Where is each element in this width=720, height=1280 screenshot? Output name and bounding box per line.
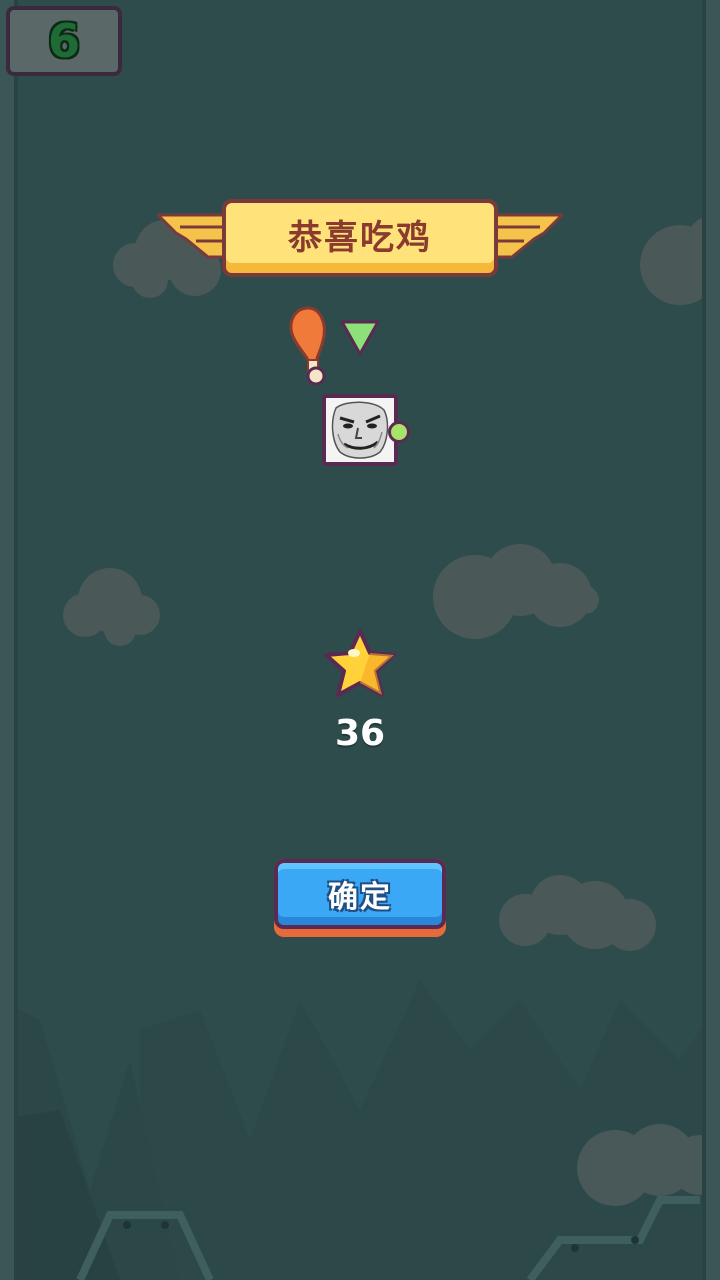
meme-face-icon — [326, 398, 394, 462]
confirm-button-label: 确定 — [328, 880, 392, 915]
banner-title: 恭喜吃鸡 — [288, 217, 432, 258]
confirm-button-face[interactable]: 确定 — [274, 859, 446, 929]
player-indicator-dot — [388, 421, 410, 443]
left-wall — [0, 0, 18, 1280]
star-count: 36 — [334, 712, 386, 754]
player-avatar — [322, 394, 398, 466]
drumstick-icon — [289, 306, 326, 386]
victory-banner: 恭喜吃鸡 — [156, 195, 564, 285]
confirm-button[interactable]: 确定 — [274, 859, 446, 937]
level-counter: 6 — [6, 6, 122, 76]
triangle-down-icon — [340, 320, 380, 356]
level-number: 6 — [47, 14, 80, 68]
star-icon — [324, 629, 396, 697]
right-wall — [702, 0, 720, 1280]
